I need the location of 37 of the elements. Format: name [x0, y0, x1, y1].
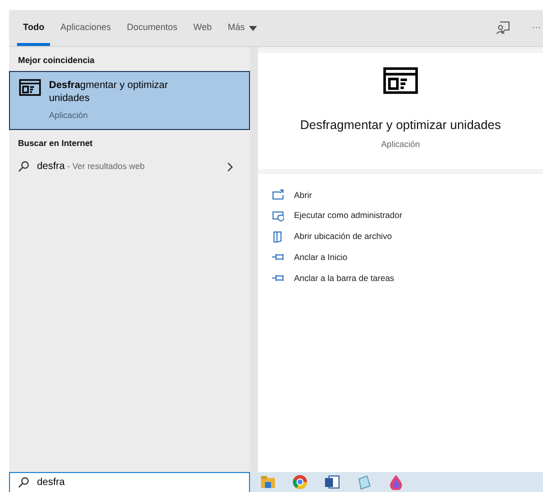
search-field[interactable]: desfra — [9, 472, 250, 492]
web-query: desfra — [37, 160, 65, 174]
action-item[interactable]: Anclar a la barra de tareas — [272, 268, 543, 288]
action-item[interactable]: Anclar a Inicio — [272, 248, 543, 267]
app-title: Desfragmentar y optimizar unidades — [300, 117, 501, 134]
app-type: Aplicación — [381, 138, 420, 151]
open-window-icon — [272, 189, 284, 202]
feedback-icon[interactable] — [496, 21, 510, 35]
tab[interactable]: Web — [185, 10, 220, 46]
caret-icon — [248, 26, 257, 30]
search-icon — [18, 477, 29, 488]
action-item[interactable]: Abrir — [272, 186, 543, 204]
search-icon — [18, 161, 29, 172]
folder-icon[interactable] — [260, 474, 276, 490]
app-icon — [382, 67, 418, 94]
web-result[interactable]: desfra - Ver resultados web — [9, 153, 250, 180]
folder-icon — [272, 230, 284, 243]
action-item[interactable]: Ejecutar como administrador — [272, 206, 543, 226]
best-match-item[interactable]: Desfragmentar y optimizar unidades Aplicación — [9, 70, 250, 130]
chevron-icon — [227, 162, 233, 172]
app-icon — [19, 78, 41, 96]
result-type: Aplicación — [49, 108, 89, 122]
section-heading: Buscar en Internet — [17, 136, 94, 150]
more-options-button[interactable]: ··· — [524, 21, 543, 35]
tab[interactable]: Todo — [15, 10, 52, 46]
action-item[interactable]: Abrir ubicación de archivo — [272, 227, 543, 246]
web-suffix: - Ver resultados web — [66, 160, 145, 174]
paint-drop-icon[interactable] — [388, 474, 404, 490]
result-title: Desfragmentar y optimizar unidades — [49, 78, 169, 106]
window-shield-icon — [272, 210, 284, 222]
section-heading: Mejor coincidencia — [17, 54, 96, 67]
document-icon[interactable] — [324, 474, 340, 490]
notepad-icon[interactable] — [356, 474, 372, 490]
browser-icon[interactable] — [292, 474, 308, 490]
tab[interactable]: Documentos — [118, 10, 186, 46]
more-tab[interactable]: Más — [220, 10, 265, 46]
tab[interactable]: Aplicaciones — [52, 10, 119, 46]
